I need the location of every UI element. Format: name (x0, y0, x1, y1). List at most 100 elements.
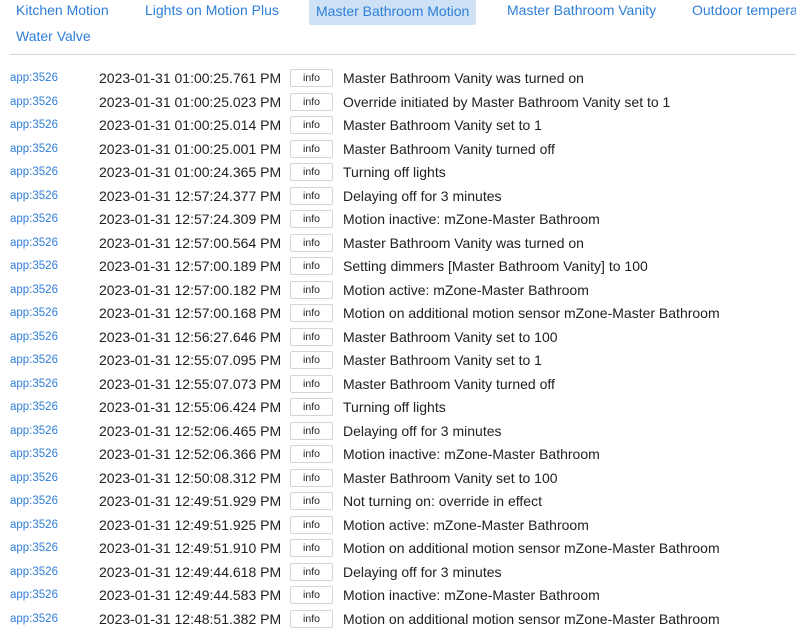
tab-water-valve[interactable]: Water Valve (9, 25, 98, 50)
log-level-badge: info (290, 492, 333, 510)
log-row: app:3526 2023-01-31 01:00:25.014 PM info Ma… (0, 114, 796, 138)
log-level-badge: info (290, 69, 333, 87)
log-message: Motion on additional motion sensor mZone… (343, 610, 720, 627)
log-message: Master Bathroom Vanity set to 100 (343, 469, 558, 486)
log-row: app:3526 2023-01-31 12:57:00.168 PM info Mo… (0, 302, 796, 326)
log-timestamp: 2023-01-31 12:48:51.382 PM (99, 610, 282, 627)
app-link[interactable]: app:3526 (10, 307, 58, 319)
app-link[interactable]: app:3526 (10, 190, 58, 202)
app-link[interactable]: app:3526 (10, 566, 58, 578)
tab-master-bathroom-motion[interactable]: Master Bathroom Motion (309, 0, 477, 25)
log-level-badge: info (290, 562, 333, 581)
app-link[interactable]: app:3526 (10, 96, 58, 108)
log-level-badge: info (290, 609, 333, 628)
log-level-badge: info (290, 163, 333, 181)
log-row: app:3526 2023-01-31 12:57:00.189 PM info Se… (0, 255, 796, 279)
log-timestamp: 2023-01-31 12:55:07.095 PM (99, 352, 282, 368)
log-row: app:3526 2023-01-31 01:00:25.023 PM info Ov… (0, 91, 796, 115)
app-link[interactable]: app:3526 (10, 237, 58, 249)
app-link[interactable]: app:3526 (10, 72, 58, 84)
app-link[interactable]: app:3526 (10, 401, 58, 413)
log-row: app:3526 2023-01-31 12:49:44.618 PM info De… (0, 561, 796, 585)
log-message: Turning off lights (343, 164, 446, 180)
log-message: Setting dimmers [Master Bathroom Vanity]… (343, 258, 648, 274)
log-message: Delaying off for 3 minutes (343, 422, 502, 439)
log-message: Motion on additional motion sensor mZone… (343, 540, 720, 556)
app-link[interactable]: app:3526 (10, 213, 58, 225)
app-link[interactable]: app:3526 (10, 542, 58, 554)
log-message: Delaying off for 3 minutes (343, 187, 502, 204)
tabs-divider (10, 54, 796, 55)
log-timestamp: 2023-01-31 12:57:24.377 PM (99, 187, 282, 204)
log-message: Motion active: mZone-Master Bathroom (343, 281, 589, 298)
log-message: Delaying off for 3 minutes (343, 563, 502, 580)
log-timestamp: 2023-01-31 12:49:51.910 PM (99, 540, 282, 556)
log-message: Not turning on: override in effect (343, 493, 542, 509)
app-link[interactable]: app:3526 (10, 143, 58, 155)
app-link[interactable]: app:3526 (10, 495, 58, 507)
log-timestamp: 2023-01-31 12:52:06.366 PM (99, 446, 282, 462)
tab-outdoor-temperature[interactable]: Outdoor tempera (685, 0, 796, 24)
app-link[interactable]: app:3526 (10, 378, 58, 390)
log-timestamp: 2023-01-31 01:00:24.365 PM (99, 164, 282, 180)
log-level-badge: info (290, 515, 333, 534)
log-level-badge: info (290, 210, 333, 228)
log-level-badge: info (290, 445, 333, 463)
app-link[interactable]: app:3526 (10, 589, 58, 601)
log-timestamp: 2023-01-31 12:55:06.424 PM (99, 399, 282, 415)
log-message: Master Bathroom Vanity set to 1 (343, 352, 542, 368)
log-timestamp: 2023-01-31 12:56:27.646 PM (99, 328, 282, 345)
app-link[interactable]: app:3526 (10, 260, 58, 272)
log-row: app:3526 2023-01-31 12:49:44.583 PM info Mo… (0, 584, 796, 608)
log-timestamp: 2023-01-31 12:49:51.929 PM (99, 493, 282, 509)
log-message: Motion on additional motion sensor mZone… (343, 305, 720, 321)
log-timestamp: 2023-01-31 12:57:00.182 PM (99, 281, 282, 298)
log-level-badge: info (290, 398, 333, 416)
log-row: app:3526 2023-01-31 12:55:07.095 PM info Ma… (0, 349, 796, 373)
log-timestamp: 2023-01-31 12:55:07.073 PM (99, 375, 282, 392)
log-message: Turning off lights (343, 399, 446, 415)
app-link[interactable]: app:3526 (10, 448, 58, 460)
log-row: app:3526 2023-01-31 12:50:08.312 PM info Ma… (0, 467, 796, 491)
log-message: Master Bathroom Vanity was turned on (343, 70, 584, 86)
app-link[interactable]: app:3526 (10, 425, 58, 437)
tab-kitchen-motion[interactable]: Kitchen Motion (9, 0, 116, 24)
log-row: app:3526 2023-01-31 12:56:27.646 PM info Ma… (0, 326, 796, 350)
app-link[interactable]: app:3526 (10, 354, 58, 366)
log-row: app:3526 2023-01-31 12:48:51.382 PM info Mo… (0, 608, 796, 632)
log-timestamp: 2023-01-31 12:49:44.618 PM (99, 563, 282, 580)
log-level-badge: info (290, 351, 333, 369)
app-link[interactable]: app:3526 (10, 284, 58, 296)
log-row: app:3526 2023-01-31 12:55:07.073 PM info Ma… (0, 373, 796, 397)
app-filter-tabs: Kitchen Motion Lights on Motion Plus Mas… (0, 0, 796, 54)
log-row: app:3526 2023-01-31 12:57:24.377 PM info De… (0, 185, 796, 209)
log-timestamp: 2023-01-31 12:57:00.189 PM (99, 258, 282, 274)
log-row: app:3526 2023-01-31 12:57:00.564 PM info Ma… (0, 232, 796, 256)
log-timestamp: 2023-01-31 12:52:06.465 PM (99, 422, 282, 439)
log-level-badge: info (290, 304, 333, 322)
log-message: Master Bathroom Vanity set to 1 (343, 117, 542, 133)
tab-master-bathroom-vanity[interactable]: Master Bathroom Vanity (500, 0, 663, 24)
log-level-badge: info (290, 233, 333, 252)
log-timestamp: 2023-01-31 12:57:24.309 PM (99, 211, 282, 227)
log-row: app:3526 2023-01-31 12:57:24.309 PM info Mo… (0, 208, 796, 232)
tab-lights-on-motion-plus[interactable]: Lights on Motion Plus (138, 0, 286, 24)
log-message: Motion active: mZone-Master Bathroom (343, 516, 589, 533)
app-link[interactable]: app:3526 (10, 119, 58, 131)
log-message: Master Bathroom Vanity turned off (343, 375, 555, 392)
log-timestamp: 2023-01-31 12:57:00.168 PM (99, 305, 282, 321)
log-level-badge: info (290, 280, 333, 299)
app-link[interactable]: app:3526 (10, 613, 58, 625)
log-row: app:3526 2023-01-31 12:57:00.182 PM info Mo… (0, 279, 796, 303)
app-link[interactable]: app:3526 (10, 331, 58, 343)
app-link[interactable]: app:3526 (10, 519, 58, 531)
app-link[interactable]: app:3526 (10, 472, 58, 484)
log-message: Master Bathroom Vanity turned off (343, 140, 555, 157)
log-message: Motion inactive: mZone-Master Bathroom (343, 587, 600, 603)
log-level-badge: info (290, 116, 333, 134)
log-level-badge: info (290, 539, 333, 557)
log-timestamp: 2023-01-31 01:00:25.001 PM (99, 140, 282, 157)
log-timestamp: 2023-01-31 12:50:08.312 PM (99, 469, 282, 486)
app-link[interactable]: app:3526 (10, 166, 58, 178)
log-timestamp: 2023-01-31 12:49:44.583 PM (99, 587, 282, 603)
